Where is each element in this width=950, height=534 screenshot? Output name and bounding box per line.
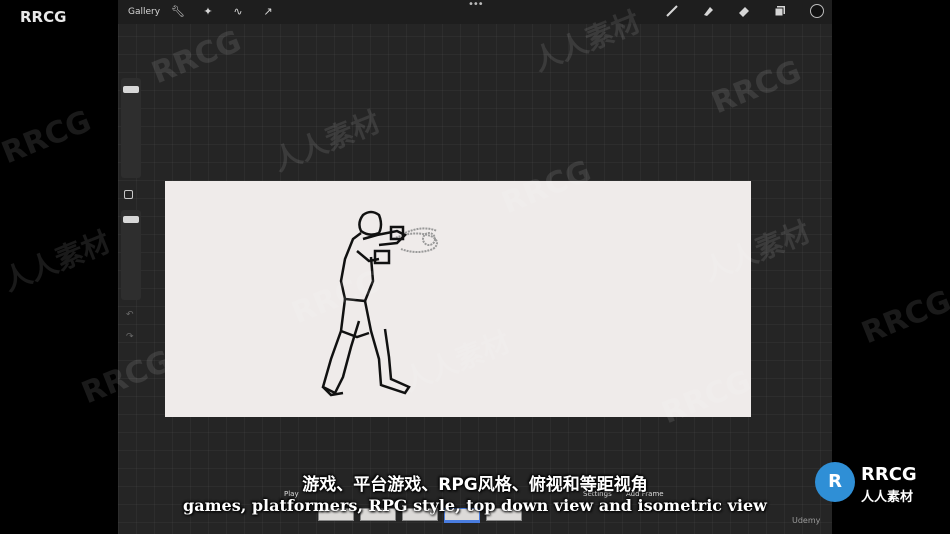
eraser-icon[interactable] <box>736 4 752 20</box>
brush-size-thumb[interactable] <box>123 86 139 93</box>
gallery-button[interactable]: Gallery <box>128 4 160 20</box>
watermark-corner-text: RRCG <box>20 8 67 26</box>
color-picker-button[interactable] <box>810 4 824 18</box>
redo-icon[interactable]: ↷ <box>126 332 134 342</box>
brush-icon[interactable] <box>664 4 680 20</box>
logo-line1: RRCG <box>861 464 917 485</box>
wrench-icon[interactable]: 🔧︎ <box>170 4 186 20</box>
left-sidebar: ↶ ↷ <box>118 70 144 360</box>
rrcg-logo: R RRCG 人人素材 <box>815 462 947 510</box>
brush-size-slider[interactable] <box>121 78 141 178</box>
modify-button[interactable] <box>124 190 133 199</box>
top-toolbar: Gallery 🔧︎ ✦ ∿ ↗ ••• <box>118 0 832 24</box>
udemy-watermark: Udemy <box>792 516 821 525</box>
rrcg-logo-icon: R <box>815 462 855 502</box>
subtitle-chinese: 游戏、平台游戏、RPG风格、俯视和等距视角 <box>302 475 648 495</box>
magic-wand-icon[interactable]: ✦ <box>200 4 216 20</box>
layers-icon[interactable] <box>772 4 788 20</box>
smudge-icon[interactable] <box>700 4 716 20</box>
logo-line2: 人人素材 <box>861 490 914 505</box>
subtitle-english: games, platformers, RPG style, top down … <box>183 496 767 515</box>
opacity-thumb[interactable] <box>123 216 139 223</box>
boxer-character-drawing <box>321 210 438 397</box>
opacity-slider[interactable] <box>121 210 141 300</box>
undo-icon[interactable]: ↶ <box>126 310 134 320</box>
watermark-text: RRCG <box>0 103 97 172</box>
watermark-text: RRCG <box>856 283 950 352</box>
selection-icon[interactable]: ∿ <box>230 4 246 20</box>
transform-arrow-icon[interactable]: ↗ <box>260 4 276 20</box>
more-options-icon[interactable]: ••• <box>468 0 484 12</box>
drawing-canvas[interactable] <box>165 181 751 417</box>
watermark-text: 人人素材 <box>0 225 115 298</box>
